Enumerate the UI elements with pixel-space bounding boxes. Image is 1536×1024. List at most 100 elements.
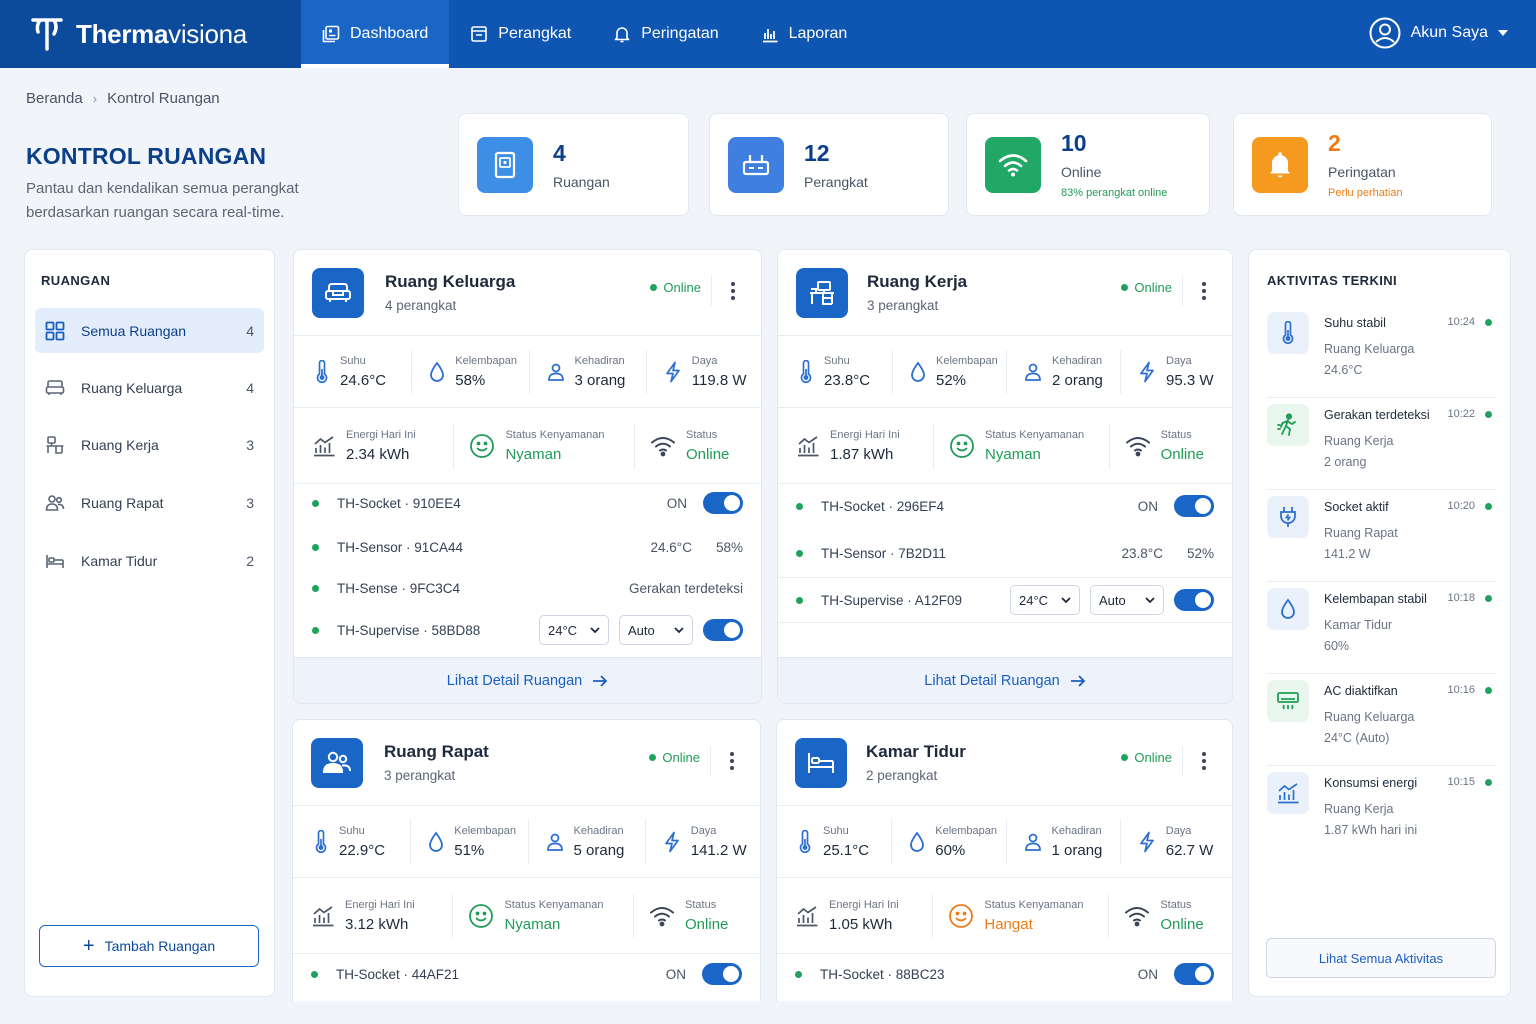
- device-toggle[interactable]: [702, 963, 742, 985]
- add-room-button[interactable]: + Tambah Ruangan: [39, 925, 259, 967]
- sidebar-item-ruang-kerja[interactable]: Ruang Kerja 3: [35, 422, 264, 467]
- people-icon: [45, 493, 65, 513]
- chevron-down-icon: [1061, 596, 1071, 604]
- activity-title: AKTIVITAS TERKINI: [1267, 273, 1398, 288]
- nav-perangkat[interactable]: Perangkat: [449, 0, 592, 68]
- sensor-humidity: 58%: [715, 539, 743, 555]
- nav-laporan[interactable]: Laporan: [740, 0, 869, 68]
- sidebar-item-label: Ruang Rapat: [81, 494, 164, 511]
- room-name[interactable]: Kamar Tidur: [866, 742, 966, 762]
- sidebar-item-label: Ruang Kerja: [81, 436, 159, 453]
- device-name: TH-Socket · 296EF4: [821, 498, 945, 514]
- wifi-icon: [650, 435, 676, 457]
- device-row: TH-Sense · 9FC3C4 Gerakan terdeteksi: [294, 568, 761, 608]
- status-dot: [312, 584, 319, 592]
- stat-card-peringatan[interactable]: 2 Peringatan Perlu perhatian: [1233, 113, 1492, 216]
- comfort-value: Nyaman: [504, 916, 561, 933]
- device-controls: 24°C Auto: [1010, 585, 1214, 615]
- sensor-temperature: 23.8°C: [1121, 545, 1163, 561]
- activity-item[interactable]: AC diaktifkan 10:16 Ruang Keluarga 24°C (…: [1267, 674, 1496, 766]
- activity-item[interactable]: Kelembapan stabil 10:18 Kamar Tidur 60%: [1267, 582, 1496, 674]
- view-all-activity-button[interactable]: Lihat Semua Aktivitas: [1266, 938, 1496, 978]
- sidebar-item-ruang-rapat[interactable]: Ruang Rapat 3: [35, 480, 264, 525]
- status-dot: [312, 499, 319, 507]
- device-name: TH-Sense · 9FC3C4: [337, 580, 461, 596]
- temperature-select[interactable]: 24°C: [539, 615, 609, 645]
- energy-value: 2.34 kWh: [346, 446, 410, 463]
- device-row: TH-Supervise · 58BD88 24°C Auto: [294, 610, 761, 650]
- more-options-icon[interactable]: [710, 746, 734, 776]
- switch-state: ON: [666, 495, 687, 511]
- sensor-humidity: 52%: [1186, 545, 1214, 561]
- metric-label: Kelembapan: [454, 825, 517, 837]
- breadcrumb-home[interactable]: Beranda: [26, 90, 83, 107]
- metric-label: Suhu: [823, 825, 849, 837]
- stat-sub: 83% perangkat online: [1061, 187, 1168, 199]
- chevron-down-icon: [1498, 30, 1508, 36]
- stat-label: Peringatan: [1328, 164, 1396, 180]
- device-controls: 24.6°C 58%: [651, 540, 743, 555]
- room-name[interactable]: Ruang Keluarga: [385, 272, 515, 292]
- metric-kehadiran: Kehadiran 3 orang: [547, 336, 625, 408]
- stat-card-perangkat[interactable]: 12 Perangkat: [709, 113, 949, 216]
- metric-label: Kelembapan: [455, 355, 518, 367]
- status-dot: [649, 754, 657, 761]
- device-name: TH-Socket · 88BC23: [820, 966, 945, 982]
- device-toggle[interactable]: [703, 619, 743, 641]
- metric-kelembapan: Kelembapan 58%: [429, 336, 517, 408]
- motion-icon: [1267, 404, 1309, 446]
- device-toggle[interactable]: [1174, 495, 1214, 517]
- activity-time-text: 10:20: [1447, 500, 1475, 512]
- activity-item[interactable]: Socket aktif 10:20 Ruang Rapat 141.2 W: [1267, 490, 1496, 582]
- metric-value: 119.8 W: [691, 372, 747, 389]
- activity-room: Ruang Keluarga: [1324, 342, 1415, 356]
- device-toggle[interactable]: [1174, 589, 1214, 611]
- room-name[interactable]: Ruang Rapat: [384, 742, 489, 762]
- activity-item[interactable]: Gerakan terdeteksi 10:22 Ruang Kerja 2 or…: [1267, 398, 1496, 490]
- device-name: TH-Sensor · 91CA44: [337, 539, 464, 555]
- arrow-right-icon: [1070, 674, 1086, 687]
- device-controls: 23.8°C 52%: [1122, 546, 1214, 561]
- stat-card-ruangan[interactable]: 4 Ruangan: [458, 113, 689, 216]
- status-dot: [311, 970, 318, 978]
- select-value: 24°C: [1019, 592, 1049, 608]
- account-label: Akun Saya: [1410, 24, 1488, 41]
- sidebar-item-ruang-keluarga[interactable]: Ruang Keluarga 4: [35, 365, 264, 410]
- metric-label: Kehadiran: [1052, 355, 1103, 367]
- room-summary: Energi Hari Ini 1.87 kWh Status Kenyamana…: [778, 408, 1232, 484]
- energy-today: Energi Hari Ini 3.12 kWh: [311, 878, 415, 954]
- activity-item[interactable]: Suhu stabil 10:24 Ruang Keluarga 24.6°C: [1267, 306, 1496, 398]
- more-options-icon[interactable]: [1182, 276, 1206, 306]
- activity-value: 60%: [1324, 639, 1350, 653]
- nav-dashboard[interactable]: Dashboard: [301, 0, 450, 68]
- room-device-count: 3 perangkat: [384, 768, 456, 783]
- sidebar-item-kamar-tidur[interactable]: Kamar Tidur 2: [35, 538, 264, 583]
- device-toggle[interactable]: [1174, 963, 1214, 985]
- stat-card-online[interactable]: 10 Online 83% perangkat online: [966, 113, 1210, 216]
- room-detail-link[interactable]: Lihat Detail Ruangan: [294, 657, 761, 703]
- activity-item[interactable]: Konsumsi energi 10:15 Ruang Kerja 1.87 kW…: [1267, 766, 1496, 858]
- mode-select[interactable]: Auto: [1090, 585, 1164, 615]
- nav-peringatan[interactable]: Peringatan: [592, 0, 739, 68]
- stat-label: Perangkat: [804, 173, 868, 190]
- metric-daya: Daya 119.8 W: [664, 336, 747, 408]
- rooms-sidebar: RUANGAN Semua Ruangan 4 Ruang Keluarga 4…: [24, 249, 275, 997]
- room-detail-link[interactable]: Lihat Detail Ruangan: [778, 657, 1232, 703]
- activity-time: 10:16: [1447, 684, 1492, 696]
- sidebar-item-semua-ruangan[interactable]: Semua Ruangan 4: [35, 308, 264, 353]
- metric-value: 23.8°C: [824, 372, 871, 389]
- room-name[interactable]: Ruang Kerja: [867, 272, 967, 292]
- activity-value: 2 orang: [1324, 455, 1367, 469]
- device-name: TH-Socket · 44AF21: [336, 966, 460, 982]
- account-menu[interactable]: Akun Saya: [1369, 17, 1508, 49]
- activity-detail: Kamar Tidur 60%: [1324, 615, 1392, 657]
- more-options-icon[interactable]: [711, 276, 735, 306]
- temperature-select[interactable]: 24°C: [1010, 585, 1080, 615]
- door-icon: [477, 136, 533, 193]
- device-toggle[interactable]: [703, 492, 743, 514]
- more-options-icon[interactable]: [1182, 746, 1206, 776]
- stat-value: 10: [1061, 130, 1087, 156]
- lightning-icon: [663, 831, 681, 853]
- mode-select[interactable]: Auto: [619, 615, 693, 645]
- brand[interactable]: Thermavisiona: [0, 0, 301, 68]
